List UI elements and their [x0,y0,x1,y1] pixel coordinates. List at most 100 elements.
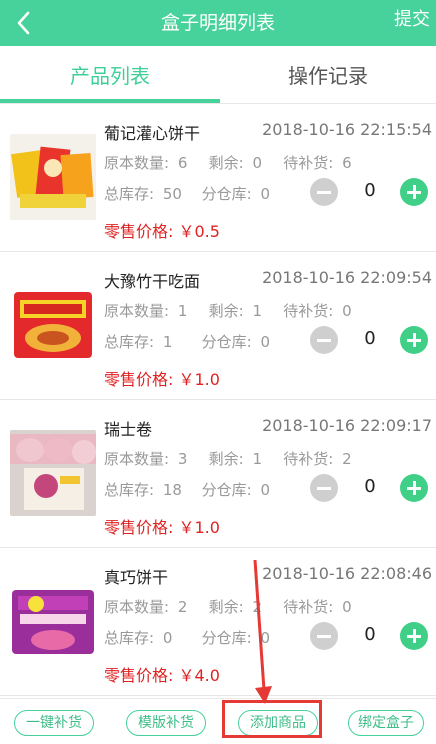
retail-price: 零售价格: ￥4.0 [104,662,220,686]
retail-price-value: ￥1.0 [178,370,220,389]
to-restock-label: 待补货: [283,154,334,172]
list-item[interactable]: 大豫竹干吃面 2018-10-16 22:09:54 原本数量: 1 剩余: 1… [0,252,436,400]
tab-product-list[interactable]: 产品列表 [0,46,220,104]
product-time: 2018-10-16 22:09:54 [262,268,432,287]
total-stock-label: 总库存: [104,629,155,647]
sub-warehouse-value: 0 [260,481,271,499]
list-item[interactable]: 真巧饼干 2018-10-16 22:08:46 原本数量: 2 剩余: 2 待… [0,548,436,696]
annotation-highlight-box [222,700,322,738]
sub-warehouse-label: 分仓库: [201,629,252,647]
product-image [10,134,96,220]
product-image [10,578,96,664]
remaining-value: 2 [252,598,263,616]
stock-row-2: 总库存: 18 分仓库: 0 [104,479,270,500]
total-stock-label: 总库存: [104,185,155,203]
retail-price: 零售价格: ￥0.5 [104,218,220,242]
product-time: 2018-10-16 22:15:54 [262,120,432,139]
product-name: 大豫竹干吃面 [104,272,201,291]
to-restock-value: 0 [342,598,352,616]
sub-warehouse-value: 0 [260,333,271,351]
stock-row-2: 总库存: 0 分仓库: 0 [104,627,270,648]
one-click-restock-button[interactable]: 一键补货 [14,710,94,736]
to-restock-value: 2 [342,450,352,468]
quantity-value: 0 [364,476,376,497]
to-restock-label: 待补货: [283,302,334,320]
app-header: 盒子明细列表 提交 [0,0,436,46]
retail-price: 零售价格: ￥1.0 [104,366,220,390]
decrease-button[interactable] [310,326,338,354]
sub-warehouse-label: 分仓库: [201,185,252,203]
product-name: 真巧饼干 [104,568,169,587]
sub-warehouse-label: 分仓库: [201,333,252,351]
total-stock-value: 0 [162,629,173,647]
stock-row-2: 总库存: 1 分仓库: 0 [104,331,270,352]
original-qty-label: 原本数量: [104,302,170,320]
total-stock-label: 总库存: [104,481,155,499]
list-item[interactable]: 葡记灌心饼干 2018-10-16 22:15:54 原本数量: 6 剩余: 0… [0,104,436,252]
to-restock-value: 6 [342,154,352,172]
tab-bar: 产品列表 操作记录 [0,46,436,104]
decrease-button[interactable] [310,178,338,206]
product-name: 葡记灌心饼干 [104,124,201,143]
retail-price: 零售价格: ￥1.0 [104,514,220,538]
template-restock-button[interactable]: 模版补货 [126,710,206,736]
sub-warehouse-value: 0 [260,185,271,203]
original-qty-label: 原本数量: [104,154,170,172]
stock-row-2: 总库存: 50 分仓库: 0 [104,183,270,204]
bind-box-button[interactable]: 绑定盒子 [348,710,424,736]
original-qty-value: 6 [177,154,188,172]
quantity-value: 0 [364,624,376,645]
remaining-value: 1 [252,302,263,320]
increase-button[interactable] [400,474,428,502]
retail-price-value: ￥1.0 [178,518,220,537]
total-stock-label: 总库存: [104,333,155,351]
product-image [10,282,96,368]
page-title: 盒子明细列表 [160,12,275,34]
stock-row-1: 原本数量: 2 剩余: 2 待补货: 0 [104,596,352,617]
retail-price-label: 零售价格: [104,666,174,685]
list-item[interactable]: 瑞士卷 2018-10-16 22:09:17 原本数量: 3 剩余: 1 待补… [0,400,436,548]
stock-row-1: 原本数量: 6 剩余: 0 待补货: 6 [104,152,352,173]
remaining-value: 1 [252,450,263,468]
original-qty-value: 1 [177,302,188,320]
quantity-value: 0 [364,180,376,201]
total-stock-value: 1 [162,333,173,351]
remaining-label: 剩余: [208,154,244,172]
remaining-value: 0 [252,154,263,172]
to-restock-label: 待补货: [283,450,334,468]
original-qty-value: 3 [177,450,188,468]
tab-operation-log[interactable]: 操作记录 [220,46,436,104]
original-qty-value: 2 [177,598,188,616]
increase-button[interactable] [400,326,428,354]
original-qty-label: 原本数量: [104,598,170,616]
total-stock-value: 18 [162,481,182,499]
increase-button[interactable] [400,622,428,650]
stock-row-1: 原本数量: 3 剩余: 1 待补货: 2 [104,448,352,469]
bottom-action-bar: 一键补货 模版补货 添加商品 绑定盒子 [0,698,436,744]
remaining-label: 剩余: [208,302,244,320]
retail-price-label: 零售价格: [104,222,174,241]
product-name: 瑞士卷 [104,420,153,439]
product-time: 2018-10-16 22:09:17 [262,416,432,435]
sub-warehouse-label: 分仓库: [201,481,252,499]
remaining-label: 剩余: [208,450,244,468]
remaining-label: 剩余: [208,598,244,616]
quantity-value: 0 [364,328,376,349]
retail-price-value: ￥0.5 [178,222,220,241]
total-stock-value: 50 [162,185,182,203]
retail-price-label: 零售价格: [104,370,174,389]
submit-button[interactable]: 提交 [394,0,430,46]
stock-row-1: 原本数量: 1 剩余: 1 待补货: 0 [104,300,352,321]
product-image [10,430,96,516]
product-time: 2018-10-16 22:08:46 [262,564,432,583]
to-restock-label: 待补货: [283,598,334,616]
sub-warehouse-value: 0 [260,629,271,647]
retail-price-value: ￥4.0 [178,666,220,685]
decrease-button[interactable] [310,622,338,650]
original-qty-label: 原本数量: [104,450,170,468]
increase-button[interactable] [400,178,428,206]
decrease-button[interactable] [310,474,338,502]
active-tab-indicator [0,99,220,103]
retail-price-label: 零售价格: [104,518,174,537]
to-restock-value: 0 [342,302,352,320]
